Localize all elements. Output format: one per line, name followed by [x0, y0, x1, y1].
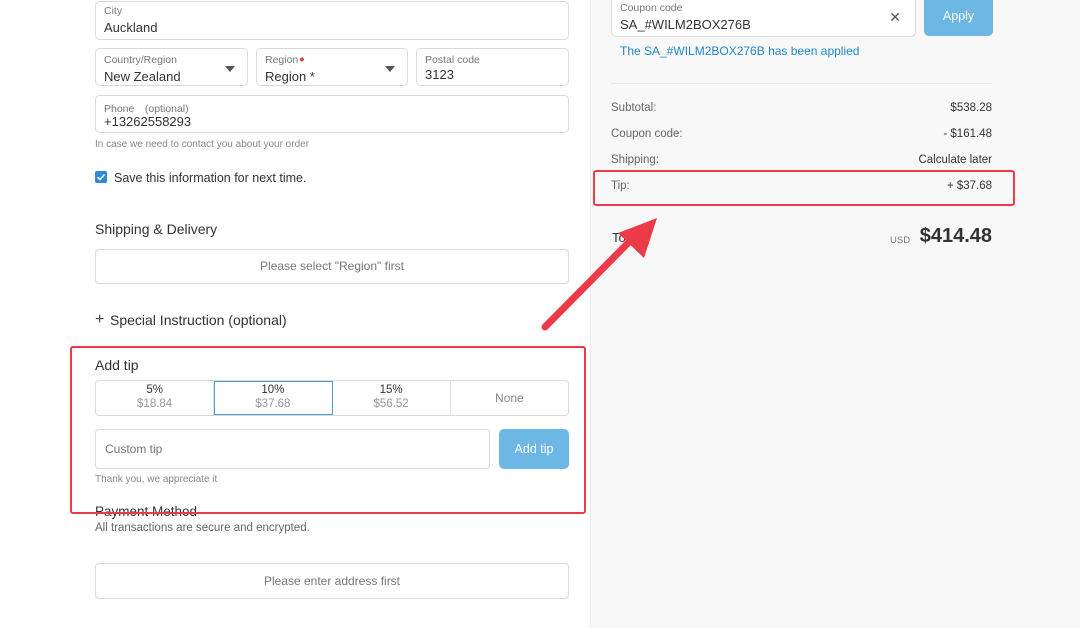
postal-code-field[interactable]: Postal code 3123 [416, 48, 569, 86]
subtotal-value: $538.28 [950, 102, 992, 114]
special-instruction-toggle[interactable]: Special Instruction (optional) [110, 312, 287, 328]
region-value: Region * [265, 69, 315, 84]
coupon-input[interactable]: Coupon code SA_#WILM2BOX276B ✕ [611, 0, 916, 37]
coupon-value: SA_#WILM2BOX276B [620, 17, 751, 32]
required-dot-icon: ● [299, 54, 305, 64]
close-icon[interactable]: ✕ [889, 9, 901, 26]
shipping-title: Shipping & Delivery [95, 221, 218, 237]
shipping-value: Calculate later [918, 154, 992, 166]
chevron-down-icon [385, 66, 395, 72]
checkmark-icon [96, 173, 106, 181]
total-label: Tot [612, 230, 630, 245]
region-label-text: Region [265, 54, 299, 66]
tip-row-highlight-box [593, 170, 1015, 206]
shipping-placeholder: Please select "Region" first [260, 259, 404, 273]
coupon-discount-label: Coupon code: [611, 128, 683, 140]
subtotal-label: Subtotal: [611, 102, 657, 114]
coupon-discount-value: - $161.48 [943, 128, 992, 140]
chevron-down-icon [225, 66, 235, 72]
plus-icon[interactable]: + [95, 311, 104, 329]
shipping-method-box[interactable]: Please select "Region" first [95, 249, 569, 284]
save-info-label: Save this information for next time. [114, 171, 307, 185]
coupon-applied-message: The SA_#WILM2BOX276B has been applied [620, 44, 860, 58]
total-value: $414.48 [919, 225, 992, 247]
city-value: Auckland [104, 20, 158, 35]
apply-coupon-button[interactable]: Apply [924, 0, 993, 36]
country-select[interactable]: Country/Region New Zealand [95, 48, 248, 86]
country-value: New Zealand [104, 69, 181, 84]
payment-subtitle: All transactions are secure and encrypte… [95, 522, 310, 534]
region-select[interactable]: Region● Region * [256, 48, 408, 86]
postal-code-value: 3123 [425, 67, 454, 82]
phone-field[interactable]: Phone (optional) +13262558293 [95, 95, 569, 133]
payment-placeholder: Please enter address first [263, 574, 401, 588]
coupon-label: Coupon code [620, 2, 683, 14]
phone-helper-text: In case we need to contact you about you… [95, 139, 310, 150]
region-label: Region● [265, 54, 305, 66]
checkout-form: City Auckland Country/Region New Zealand… [0, 0, 590, 628]
currency-code: USD [890, 235, 911, 246]
payment-method-box[interactable]: Please enter address first [95, 563, 569, 599]
save-info-checkbox[interactable] [95, 171, 107, 183]
phone-value: +13262558293 [104, 114, 192, 129]
summary-divider [611, 83, 992, 84]
shipping-label: Shipping: [611, 154, 659, 166]
country-label: Country/Region [104, 54, 177, 66]
tip-highlight-box [70, 346, 586, 514]
order-summary [590, 0, 1080, 628]
city-field[interactable]: City Auckland [95, 1, 569, 40]
postal-code-label: Postal code [425, 54, 480, 66]
city-label: City [104, 5, 123, 17]
